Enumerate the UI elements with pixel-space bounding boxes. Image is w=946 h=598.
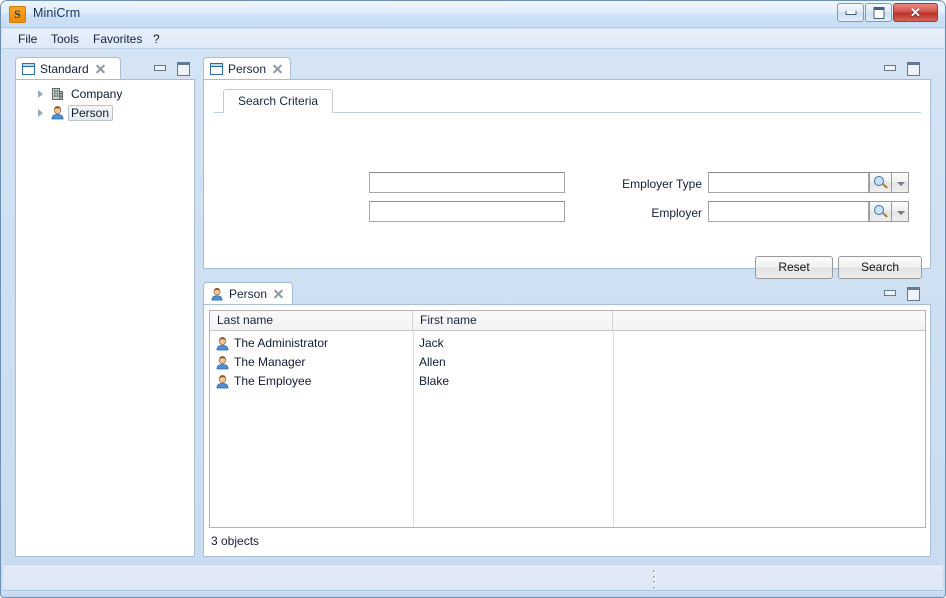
person-icon — [50, 105, 65, 120]
employer-type-input[interactable] — [708, 172, 869, 193]
employer-type-lookup-button[interactable] — [869, 172, 892, 193]
building-icon — [50, 86, 65, 101]
tab-person-editor[interactable]: Person — [203, 57, 291, 79]
employer-lookup-button[interactable] — [869, 201, 892, 222]
navigation-tree: Company Person — [16, 84, 194, 122]
employer-input[interactable] — [708, 201, 869, 222]
cell-last-name: The Employee — [234, 374, 312, 388]
tree-item-person[interactable]: Person — [16, 103, 194, 122]
person-result-body: Last name First name The Administrator J… — [203, 304, 931, 557]
person-editor-tabarea: Person — [203, 57, 931, 79]
resize-grip-icon[interactable] — [653, 570, 657, 590]
menu-bar: File Tools Favorites ? — [2, 29, 944, 49]
menu-item-help[interactable]: ? — [147, 31, 166, 47]
person-result-tabarea: Person — [203, 282, 931, 304]
column-header-extra[interactable] — [613, 311, 925, 330]
person-icon — [210, 287, 224, 301]
application-window: S MiniCrm ✕ File Tools Favorites ? Stand… — [0, 0, 946, 598]
cell-last-name: The Manager — [234, 355, 306, 369]
person-editor-panel: Person Search Criteria Last name First n… — [203, 57, 931, 279]
maximize-icon[interactable] — [906, 286, 920, 301]
tab-standard[interactable]: Standard — [15, 57, 121, 79]
search-button[interactable]: Search — [838, 256, 922, 279]
table-row[interactable]: The Administrator Jack — [210, 334, 925, 353]
reset-button[interactable]: Reset — [755, 256, 833, 279]
workbench: Standard Company Person Person Search Cr… — [3, 50, 943, 563]
person-results-table[interactable]: Last name First name The Administrator J… — [209, 310, 926, 528]
tab-person-result-label: Person — [229, 286, 268, 301]
title-bar[interactable]: S MiniCrm ✕ — [1, 1, 945, 28]
table-row[interactable]: The Manager Allen — [210, 353, 925, 372]
close-icon[interactable] — [94, 63, 106, 75]
view-window-icon — [22, 62, 35, 75]
grip-dot — [653, 570, 656, 573]
cell-first-name: Blake — [419, 374, 450, 388]
window-minimize-button[interactable] — [837, 3, 864, 22]
chevron-right-icon[interactable] — [38, 90, 43, 98]
menu-item-file[interactable]: File — [12, 31, 43, 47]
s-logo-icon: S — [9, 6, 26, 23]
table-row[interactable]: The Employee Blake — [210, 372, 925, 391]
person-editor-body: Search Criteria Last name First name Emp… — [203, 79, 931, 279]
person-result-controls — [883, 286, 920, 301]
tree-item-company-label: Company — [71, 86, 123, 101]
result-status-label: 3 objects — [211, 534, 260, 548]
table-header-row: Last name First name — [210, 311, 925, 331]
employer-label: Employer — [651, 206, 702, 220]
column-header-first-name[interactable]: First name — [413, 311, 613, 330]
close-icon[interactable] — [272, 288, 284, 300]
window-bottom-edge — [3, 590, 943, 597]
window-maximize-button[interactable] — [865, 3, 892, 22]
grip-dot — [653, 575, 656, 579]
tree-item-person-label: Person — [68, 104, 114, 121]
tab-person-editor-label: Person — [228, 61, 267, 76]
minimize-icon[interactable] — [153, 61, 166, 74]
employer-type-label: Employer Type — [622, 177, 702, 191]
minimize-icon[interactable] — [883, 286, 896, 299]
cell-last-name: The Administrator — [234, 336, 329, 350]
view-window-icon — [210, 62, 223, 75]
window-close-button[interactable]: ✕ — [893, 3, 938, 22]
cell-first-name: Allen — [419, 355, 446, 369]
maximize-icon[interactable] — [906, 61, 920, 76]
column-header-last-name[interactable]: Last name — [210, 311, 413, 330]
tree-item-company[interactable]: Company — [16, 84, 194, 103]
cell-first-name: Jack — [419, 336, 444, 350]
tab-person-result[interactable]: Person — [203, 282, 293, 304]
first-name-input[interactable] — [369, 201, 565, 222]
close-icon: ✕ — [910, 5, 921, 20]
search-criteria-tabbar: Search Criteria — [214, 89, 921, 113]
employer-type-dropdown-button[interactable] — [892, 172, 909, 193]
standard-view-panel: Standard Company Person — [15, 57, 195, 557]
window-title: MiniCrm — [33, 6, 81, 20]
person-editor-controls — [883, 61, 920, 76]
magnifier-handle-icon — [881, 212, 889, 219]
standard-view-body: Company Person — [15, 79, 195, 557]
grip-dot — [653, 581, 656, 585]
tab-standard-label: Standard — [40, 61, 89, 76]
standard-view-controls — [153, 61, 190, 76]
employer-dropdown-button[interactable] — [892, 201, 909, 222]
person-result-panel: Person Last name First name The Administ… — [203, 282, 931, 557]
tab-search-criteria[interactable]: Search Criteria — [223, 89, 334, 113]
magnifier-handle-icon — [881, 183, 889, 190]
row-person-icon — [215, 374, 231, 393]
minimize-icon[interactable] — [883, 61, 896, 74]
standard-view-tabarea: Standard — [15, 57, 195, 79]
menu-item-tools[interactable]: Tools — [45, 31, 85, 47]
chevron-right-icon[interactable] — [38, 109, 43, 117]
menu-item-favorites[interactable]: Favorites — [87, 31, 148, 47]
close-icon[interactable] — [271, 63, 282, 75]
maximize-icon[interactable] — [176, 61, 190, 76]
last-name-input[interactable] — [369, 172, 565, 193]
